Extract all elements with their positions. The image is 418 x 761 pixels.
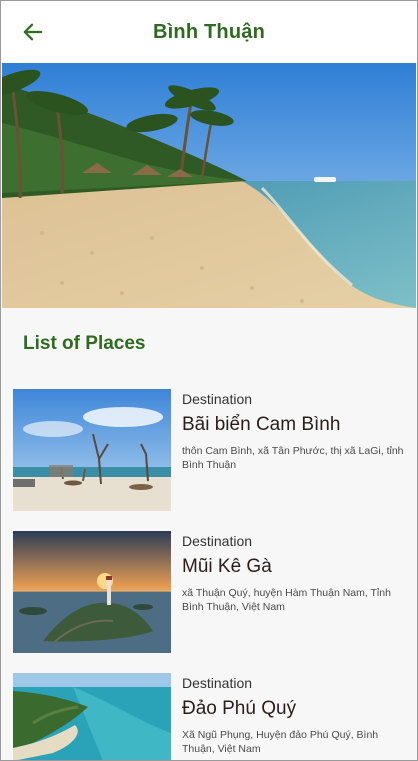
place-name: Mũi Kê Gà: [182, 556, 272, 577]
place-card[interactable]: Destination Bãi biển Cam Bình thôn Cam B…: [13, 389, 413, 513]
app-screen: Bình Thuận List of Places Destination Bã…: [0, 0, 418, 761]
place-card[interactable]: Destination Mũi Kê Gà xã Thuận Quý, huyệ…: [13, 531, 413, 655]
place-info: Destination Mũi Kê Gà xã Thuận Quý, huyệ…: [182, 533, 410, 614]
place-thumbnail: [13, 531, 171, 653]
place-address: xã Thuận Quý, huyện Hàm Thuận Nam, Tỉnh …: [182, 587, 391, 613]
place-card[interactable]: Destination Đảo Phú Quý Xã Ngũ Phụng, Hu…: [13, 673, 413, 760]
arrow-left-icon: [23, 23, 43, 41]
place-address: Xã Ngũ Phụng, Huyện đảo Phú Quý, Bình Th…: [182, 729, 379, 755]
section-title: List of Places: [23, 333, 146, 354]
place-category: Destination: [182, 675, 253, 691]
hero-image: [2, 63, 416, 308]
place-address: thôn Cam Bình, xã Tân Phước, thị xã LaGi…: [182, 445, 404, 471]
place-category: Destination: [182, 533, 253, 549]
place-info: Destination Đảo Phú Quý Xã Ngũ Phụng, Hu…: [182, 675, 410, 756]
place-info: Destination Bãi biển Cam Bình thôn Cam B…: [182, 391, 410, 472]
place-name: Bãi biển Cam Bình: [182, 414, 341, 435]
place-category: Destination: [182, 391, 253, 407]
back-button[interactable]: [19, 18, 47, 46]
app-bar: Bình Thuận: [1, 1, 417, 63]
place-name: Đảo Phú Quý: [182, 698, 297, 719]
page-title: Bình Thuận: [153, 20, 265, 43]
place-thumbnail: [13, 389, 171, 511]
place-thumbnail: [13, 673, 171, 760]
